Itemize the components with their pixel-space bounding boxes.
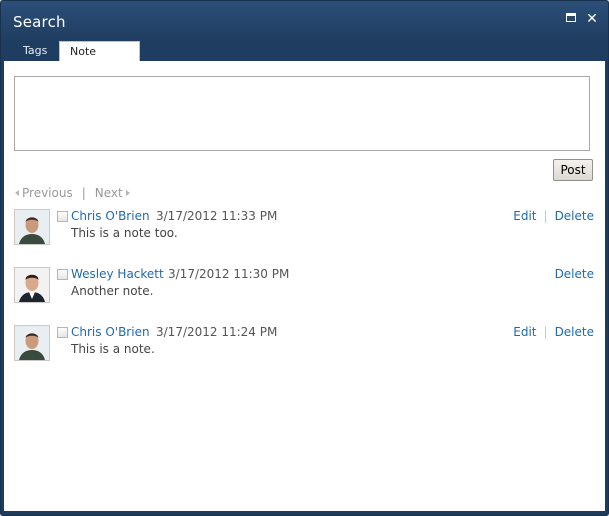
action-separator: | [543,325,548,339]
note-item: Chris O'Brien 3/17/2012 11:24 PM This is… [14,325,594,365]
previous-arrow-icon [15,190,19,196]
note-actions: Edit | Delete [513,325,594,339]
action-separator: | [543,209,548,223]
next-link[interactable]: Next [95,186,123,200]
edit-link[interactable]: Edit [513,325,536,339]
note-actions: Edit | Delete [513,209,594,223]
note-item: Wesley Hackett 3/17/2012 11:30 PM Anothe… [14,267,594,307]
edit-link[interactable]: Edit [513,209,536,223]
next-arrow-icon [125,190,130,196]
close-icon[interactable]: ✕ [585,12,599,26]
avatar[interactable] [14,209,50,245]
note-author-link[interactable]: Chris O'Brien [71,325,150,339]
note-board-dialog: Search ✕ Tags Note Board Post Previous |… [0,0,609,516]
maximize-icon[interactable] [565,12,579,26]
tab-note-board[interactable]: Note Board [59,41,140,78]
note-text: This is a note. [71,342,155,356]
pager-separator: | [81,186,86,200]
note-actions: Delete [555,267,594,281]
pager: Previous | Next [15,186,130,200]
note-checkbox[interactable] [57,327,68,338]
avatar[interactable] [14,267,50,303]
tab-strip: Tags Note Board [1,41,608,78]
note-input[interactable] [14,76,590,151]
note-text: This is a note too. [71,226,178,240]
dialog-titlebar: Search ✕ [1,1,608,41]
delete-link[interactable]: Delete [555,325,594,339]
note-board-panel: Post Previous | Next Chris O'Brien 3/17/… [4,61,605,511]
tab-tags[interactable]: Tags [13,41,57,61]
delete-link[interactable]: Delete [555,267,594,281]
note-checkbox[interactable] [57,269,68,280]
note-item: Chris O'Brien 3/17/2012 11:33 PM This is… [14,209,594,249]
note-text: Another note. [71,284,154,298]
delete-link[interactable]: Delete [555,209,594,223]
avatar[interactable] [14,325,50,361]
note-timestamp: 3/17/2012 11:24 PM [156,325,278,339]
note-timestamp: 3/17/2012 11:33 PM [156,209,278,223]
note-author-link[interactable]: Chris O'Brien [71,209,150,223]
dialog-title: Search [13,13,66,31]
note-checkbox[interactable] [57,211,68,222]
previous-link[interactable]: Previous [22,186,73,200]
post-button[interactable]: Post [553,159,593,181]
note-timestamp: 3/17/2012 11:30 PM [168,267,290,281]
note-author-link[interactable]: Wesley Hackett [71,267,164,281]
